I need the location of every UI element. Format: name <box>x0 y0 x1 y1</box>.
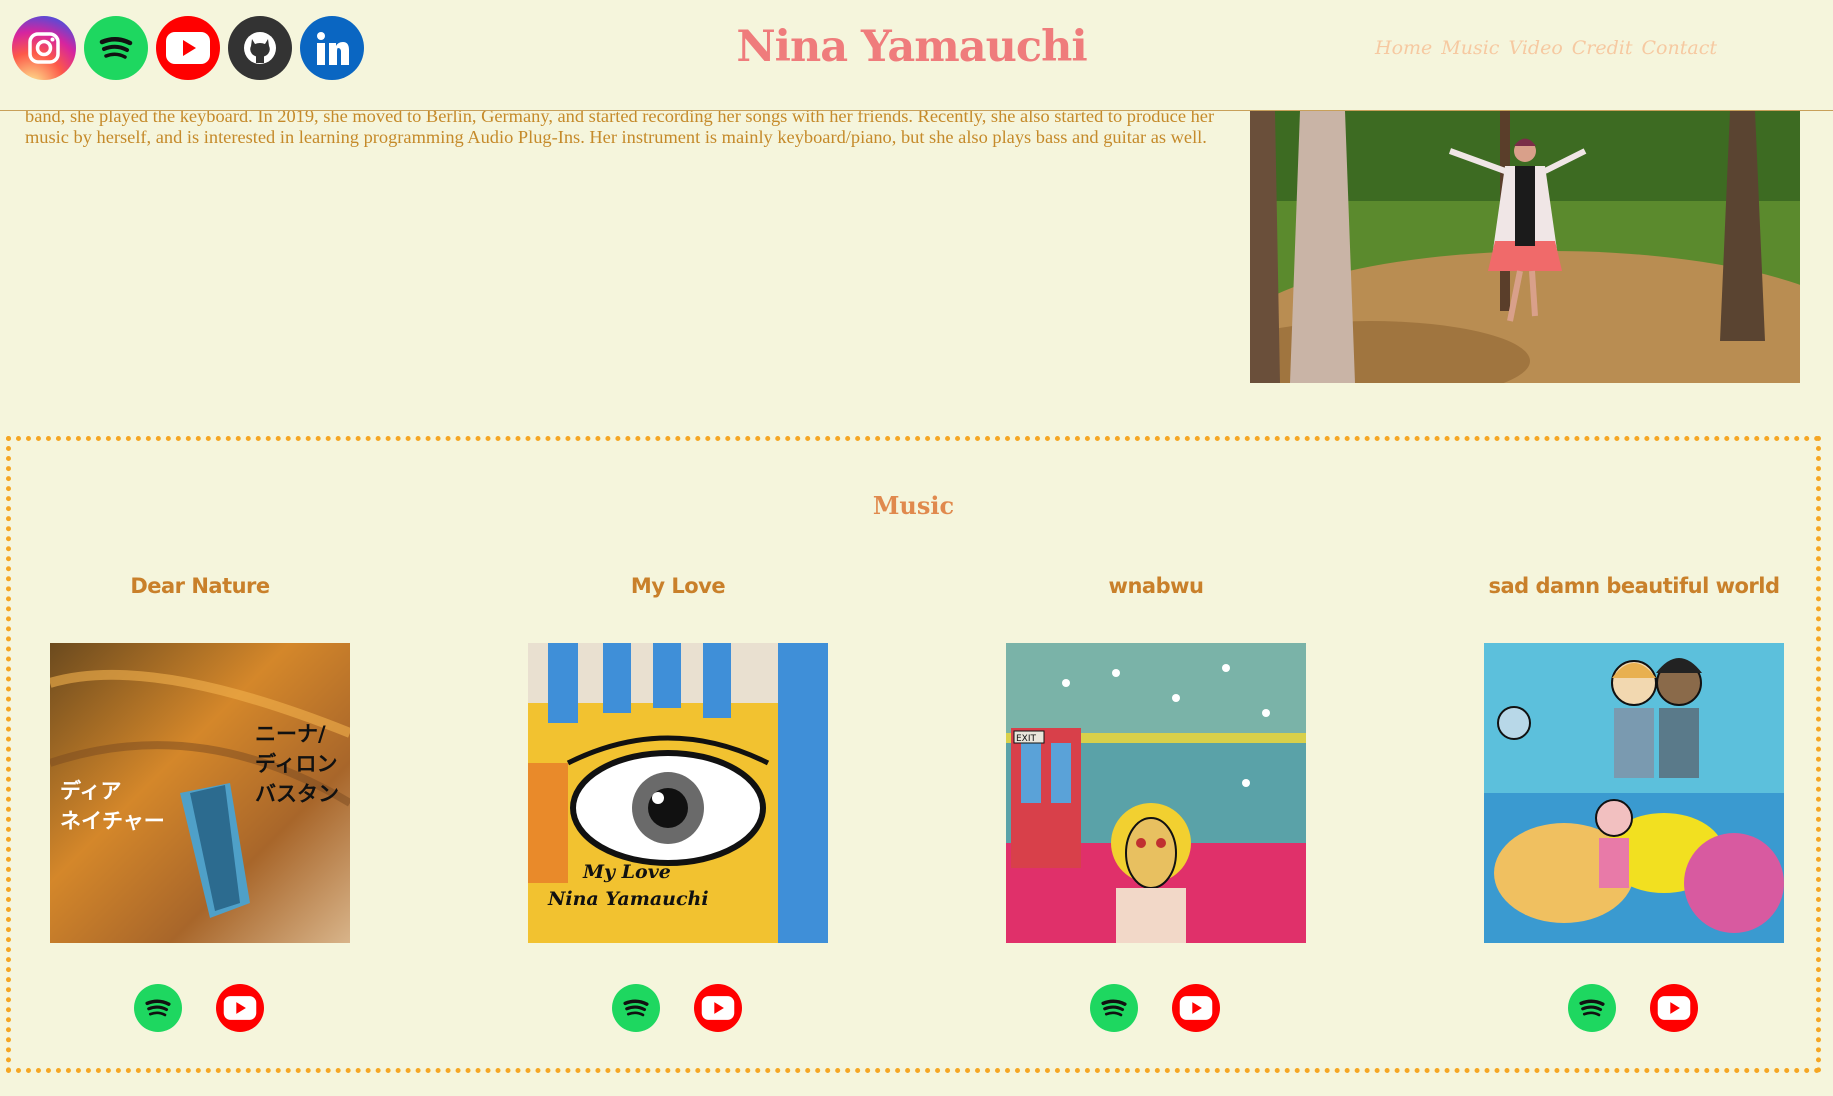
music-section: Music Dear Nature ニーナ/ ディロン バスタン ディア ネイチ… <box>6 436 1821 1073</box>
release-links <box>1568 984 1698 1032</box>
album-cover[interactable]: EXIT <box>1006 643 1306 943</box>
nav-video[interactable]: Video <box>1508 37 1562 59</box>
youtube-icon <box>1179 996 1213 1020</box>
cover-text: ディロン <box>255 752 338 776</box>
music-section-title: Music <box>872 491 955 520</box>
youtube-link-button[interactable] <box>1172 984 1220 1032</box>
release-links <box>1090 984 1220 1032</box>
album-cover[interactable]: My Love Nina Yamauchi <box>528 643 828 943</box>
youtube-icon <box>223 996 257 1020</box>
youtube-link-button[interactable] <box>216 984 264 1032</box>
site-header: Nina Yamauchi Home Music Video Credit Co… <box>0 0 1833 111</box>
nav-credit[interactable]: Credit <box>1572 37 1633 59</box>
cover-text: Nina Yamauchi <box>547 888 709 910</box>
spotify-link-button[interactable] <box>1090 984 1138 1032</box>
nav-contact[interactable]: Contact <box>1642 37 1717 59</box>
release-links <box>612 984 742 1032</box>
cover-text: ネイチャー <box>60 809 165 833</box>
release-title: wnabwu <box>1108 574 1204 598</box>
nav-music[interactable]: Music <box>1441 37 1499 59</box>
release-title: My Love <box>630 574 726 598</box>
youtube-link-button[interactable] <box>1650 984 1698 1032</box>
album-cover[interactable] <box>1484 643 1784 943</box>
release-title: sad damn beautiful world <box>1488 574 1780 598</box>
spotify-icon <box>1579 999 1605 1017</box>
spotify-link-button[interactable] <box>1568 984 1616 1032</box>
cover-text: ニーナ/ <box>255 722 326 746</box>
artist-photo <box>1250 111 1800 383</box>
cover-text: ディア <box>60 779 122 803</box>
release-links <box>134 984 264 1032</box>
album-cover[interactable]: ニーナ/ ディロン バスタン ディア ネイチャー <box>50 643 350 943</box>
youtube-link-button[interactable] <box>694 984 742 1032</box>
spotify-icon <box>623 999 649 1017</box>
spotify-icon <box>1101 999 1127 1017</box>
spotify-link-button[interactable] <box>134 984 182 1032</box>
spotify-icon <box>145 999 171 1017</box>
youtube-icon <box>701 996 735 1020</box>
cover-text: My Love <box>582 861 671 883</box>
cover-text: バスタン <box>255 782 339 806</box>
cover-text: EXIT <box>1016 734 1037 744</box>
youtube-icon <box>1657 996 1691 1020</box>
spotify-link-button[interactable] <box>612 984 660 1032</box>
nav-home[interactable]: Home <box>1375 37 1432 59</box>
release-title: Dear Nature <box>130 574 270 598</box>
main-nav: Home Music Video Credit Contact <box>1375 37 1717 59</box>
